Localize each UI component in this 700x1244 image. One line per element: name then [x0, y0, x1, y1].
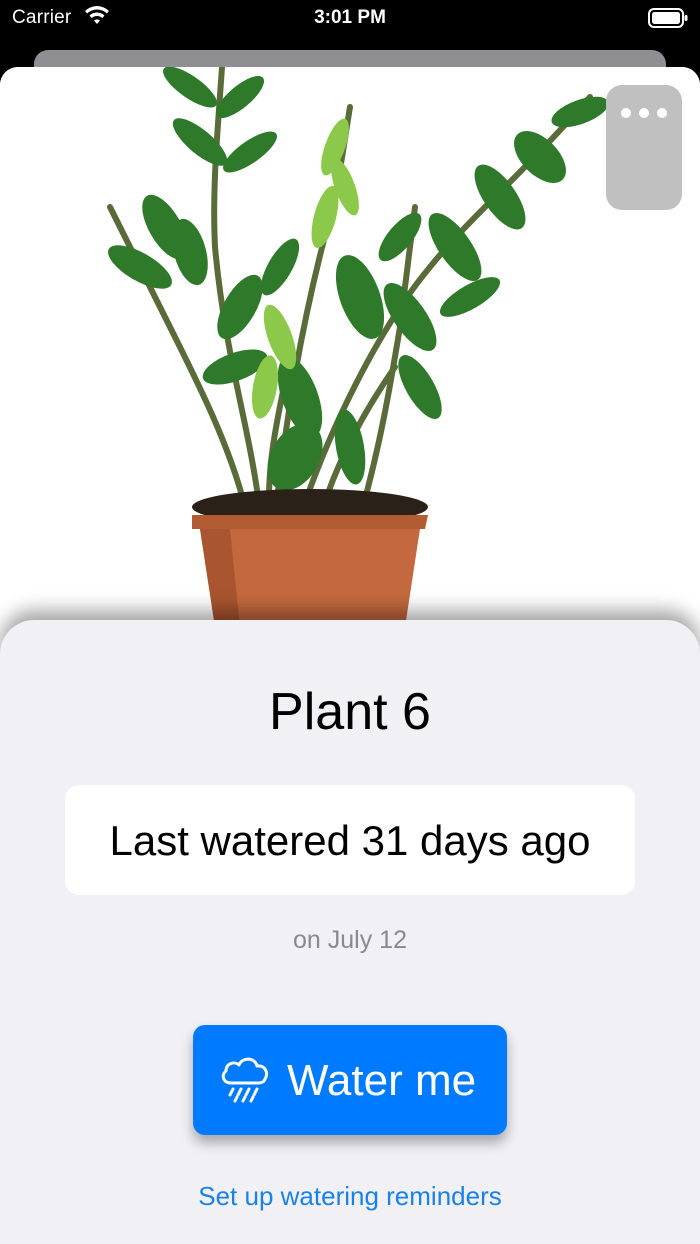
more-options-button[interactable] — [606, 85, 682, 210]
ellipsis-icon — [606, 105, 682, 118]
status-bar: Carrier 3:01 PM — [0, 0, 700, 36]
info-panel: Plant 6 Last watered 31 days ago on July… — [0, 620, 700, 1244]
battery-icon — [648, 8, 688, 28]
watering-reminders-link[interactable]: Set up watering reminders — [0, 1181, 700, 1212]
water-me-label: Water me — [287, 1056, 477, 1105]
water-me-button[interactable]: Water me — [193, 1025, 507, 1135]
plant-name: Plant 6 — [269, 683, 431, 741]
watered-date-label: on July 12 — [293, 926, 407, 954]
last-watered-card: Last watered 31 days ago — [65, 785, 635, 895]
last-watered-label: Last watered 31 days ago — [109, 817, 591, 864]
plant-photo — [0, 67, 700, 627]
status-time: 3:01 PM — [314, 7, 386, 28]
cloud-rain-icon — [221, 1057, 269, 1103]
plant-detail-sheet: Plant 6 Last watered 31 days ago on July… — [0, 67, 700, 1244]
